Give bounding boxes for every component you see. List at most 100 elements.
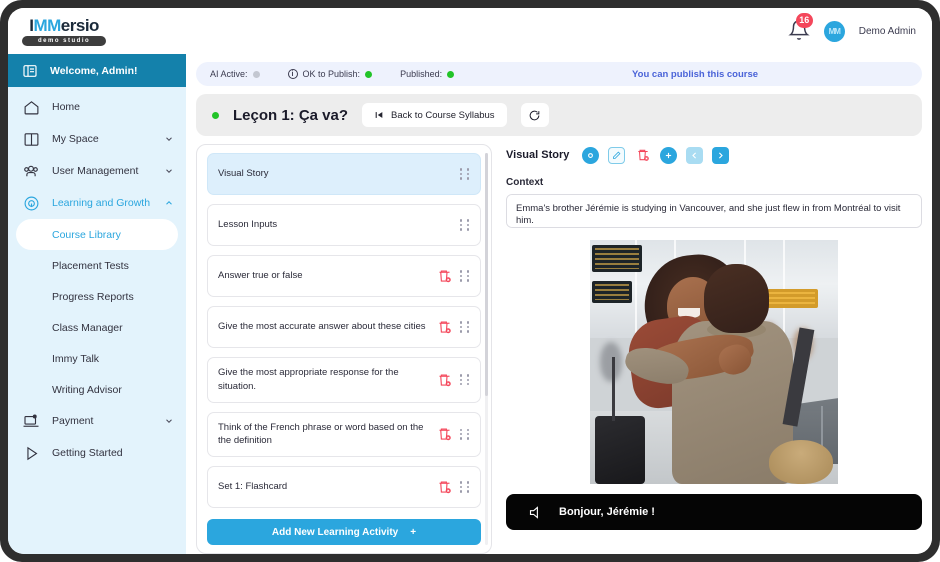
- sidebar-item-writing-advisor[interactable]: Writing Advisor: [16, 374, 178, 405]
- header-right: 16 MM Demo Admin: [788, 13, 916, 43]
- add-icon[interactable]: [660, 146, 678, 164]
- activity-list-pane: Visual Story Lesson Inputs Answer true o…: [196, 144, 492, 554]
- status-ok-to-publish-dot: [365, 70, 373, 78]
- activity-card-accurate-answer-cities[interactable]: Give the most accurate answer about thes…: [207, 306, 481, 348]
- sidebar-item-placement-tests[interactable]: Placement Tests: [16, 250, 178, 281]
- menu-collapse-icon: [23, 64, 37, 77]
- status-ai-active: AI Active:: [210, 69, 260, 79]
- delete-icon[interactable]: [634, 147, 651, 164]
- activity-scrollbar-thumb[interactable]: [485, 153, 488, 397]
- sidebar-item-immy-talk[interactable]: Immy Talk: [16, 343, 178, 374]
- chevron-down-icon: [166, 419, 172, 423]
- sidebar-nav: Home My Space User Management Learning a…: [8, 87, 186, 469]
- add-learning-activity-label: Add New Learning Activity: [271, 526, 399, 538]
- activity-title: Visual Story: [218, 168, 269, 180]
- content-panes: Visual Story Lesson Inputs Answer true o…: [196, 144, 922, 554]
- context-input[interactable]: [506, 194, 922, 228]
- activity-card-lesson-inputs[interactable]: Lesson Inputs: [207, 204, 481, 246]
- sidebar-item-my-space-label: My Space: [52, 133, 99, 145]
- sidebar-item-class-manager[interactable]: Class Manager: [16, 312, 178, 343]
- next-icon[interactable]: [712, 146, 730, 164]
- sidebar-item-class-manager-label: Class Manager: [52, 321, 123, 334]
- logo-part2: ersio: [60, 15, 100, 35]
- activity-card-set-1-flashcard[interactable]: Set 1: Flashcard: [207, 466, 481, 509]
- delete-icon[interactable]: [437, 268, 452, 284]
- chevron-down-icon: [166, 169, 172, 173]
- drag-handle-icon[interactable]: [460, 428, 470, 440]
- context-label: Context: [506, 177, 544, 188]
- sidebar-item-learning-and-growth-label: Learning and Growth: [52, 197, 151, 209]
- delete-icon[interactable]: [437, 319, 452, 335]
- back-to-syllabus-label: Back to Course Syllabus: [391, 109, 495, 121]
- activity-card-french-phrase-definition[interactable]: Think of the French phrase or word based…: [207, 411, 481, 458]
- sidebar-item-user-management-label: User Management: [52, 165, 139, 177]
- sidebar-item-progress-reports[interactable]: Progress Reports: [16, 281, 178, 312]
- info-icon[interactable]: i: [287, 69, 298, 79]
- sidebar-welcome[interactable]: Welcome, Admin!: [8, 54, 186, 87]
- avatar[interactable]: MM: [823, 20, 845, 42]
- activity-title: Lesson Inputs: [218, 219, 278, 231]
- edit-icon[interactable]: [608, 146, 626, 164]
- sidebar-welcome-label: Welcome, Admin!: [50, 64, 138, 77]
- speaker-icon[interactable]: [528, 505, 543, 520]
- activity-title: Think of the French phrase or word based…: [218, 421, 424, 447]
- growth-icon: [22, 194, 40, 212]
- drag-handle-icon[interactable]: [460, 219, 470, 231]
- sidebar-item-placement-tests-label: Placement Tests: [52, 259, 129, 272]
- sidebar-item-user-management[interactable]: User Management: [8, 155, 186, 187]
- view-icon[interactable]: [582, 146, 600, 164]
- prev-icon[interactable]: [686, 146, 704, 164]
- status-ai-active-dot: [252, 70, 260, 78]
- drag-handle-icon[interactable]: [460, 374, 470, 386]
- activity-title: Give the most accurate answer about thes…: [218, 321, 426, 333]
- visual-story-image: [590, 240, 838, 484]
- sidebar-item-home-label: Home: [52, 101, 81, 113]
- status-published-dot: [447, 70, 455, 78]
- activity-card-visual-story[interactable]: Visual Story: [207, 153, 481, 195]
- add-learning-activity-button[interactable]: Add New Learning Activity +: [207, 519, 481, 545]
- user-name: Demo Admin: [858, 25, 916, 37]
- sidebar-item-home[interactable]: Home: [8, 91, 186, 123]
- refresh-button[interactable]: [520, 103, 549, 127]
- sidebar-item-immy-talk-label: Immy Talk: [52, 352, 100, 365]
- app-body: Welcome, Admin! Home My Space User Manag…: [8, 54, 932, 554]
- skip-back-icon: [375, 112, 383, 118]
- logo-text: I MM ersio: [29, 17, 99, 34]
- top-header: I MM ersio demo studio 16 MM Demo Admin: [8, 8, 932, 54]
- play-icon: [22, 444, 40, 462]
- sidebar-item-payment[interactable]: Payment: [8, 405, 186, 437]
- delete-icon[interactable]: [437, 426, 452, 442]
- sidebar-item-course-library[interactable]: Course Library: [16, 219, 178, 250]
- delete-icon[interactable]: [437, 372, 452, 388]
- status-bar: AI Active: i OK to Publish: Published: Y…: [196, 62, 922, 86]
- activity-card-appropriate-response[interactable]: Give the most appropriate response for t…: [207, 357, 481, 403]
- drag-handle-icon[interactable]: [460, 168, 470, 180]
- drag-handle-icon[interactable]: [460, 321, 470, 333]
- caption-bar[interactable]: Bonjour, Jérémie !: [506, 494, 922, 530]
- refresh-icon: [529, 110, 540, 120]
- book-icon: [22, 130, 40, 148]
- preview-title: Visual Story: [506, 149, 570, 161]
- sidebar-item-my-space[interactable]: My Space: [8, 123, 186, 155]
- drag-handle-icon[interactable]: [460, 270, 470, 282]
- status-published-label: Published:: [400, 69, 443, 79]
- chevron-up-icon: [166, 201, 172, 205]
- sidebar-item-course-library-label: Course Library: [52, 228, 121, 241]
- delete-icon[interactable]: [437, 479, 452, 495]
- airport-reunion-photo: [590, 240, 838, 484]
- status-ok-to-publish-label: OK to Publish:: [302, 69, 361, 79]
- drag-handle-icon[interactable]: [460, 481, 470, 493]
- notification-badge: 16: [795, 13, 813, 28]
- status-ai-active-label: AI Active:: [210, 69, 248, 79]
- sidebar-item-getting-started-label: Getting Started: [52, 447, 123, 459]
- activity-scrollbar[interactable]: [485, 153, 488, 545]
- sidebar-item-getting-started[interactable]: Getting Started: [8, 437, 186, 469]
- sidebar-item-learning-and-growth[interactable]: Learning and Growth: [8, 187, 186, 219]
- page-title: Leçon 1: Ça va?: [233, 106, 349, 124]
- notification-button[interactable]: 16: [788, 13, 813, 43]
- activity-card-answer-true-or-false[interactable]: Answer true or false: [207, 255, 481, 297]
- back-to-syllabus-button[interactable]: Back to Course Syllabus: [362, 103, 507, 127]
- activity-title: Set 1: Flashcard: [218, 481, 288, 493]
- logo[interactable]: I MM ersio demo studio: [22, 17, 107, 46]
- publish-message: You can publish this course: [632, 68, 759, 80]
